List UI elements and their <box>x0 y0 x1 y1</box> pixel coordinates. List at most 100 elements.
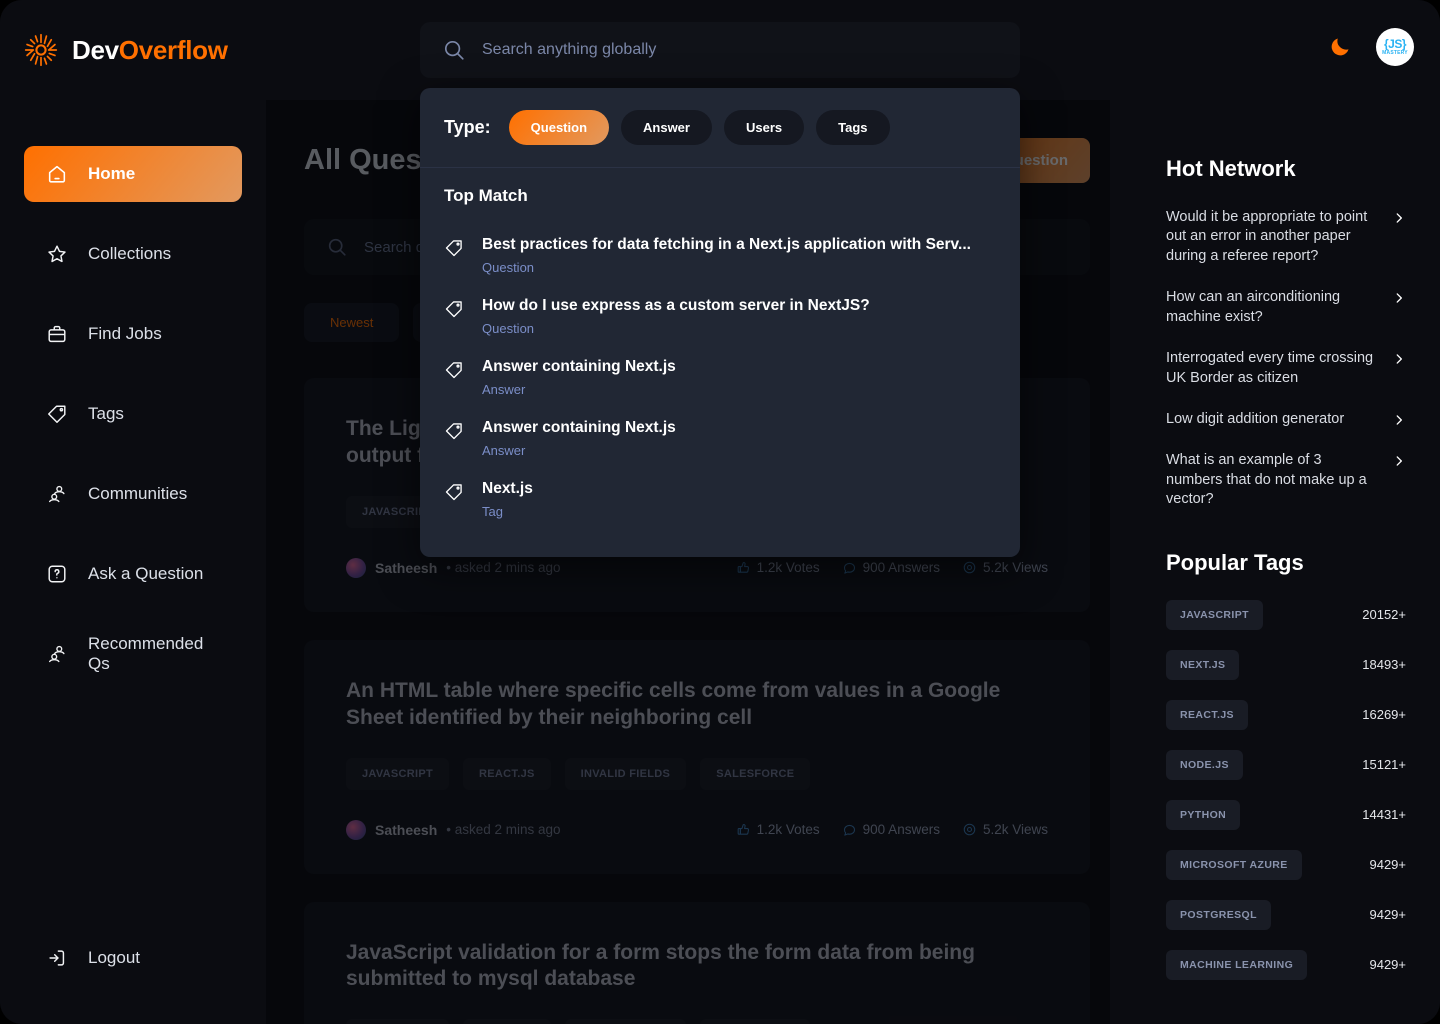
sidebar-item-tags[interactable]: Tags <box>24 386 242 442</box>
question-metrics: 1.2k Votes 900 Answers 5.2k Views <box>736 560 1048 575</box>
question-tag-list: JAVASCRIPT REACT.JS INVALID FIELDS SALES… <box>346 757 1048 790</box>
popular-tag-chip[interactable]: MACHINE LEARNING <box>1166 949 1308 980</box>
tag-icon <box>444 421 464 441</box>
question-title[interactable]: JavaScript validation for a form stops t… <box>346 940 1048 994</box>
home-icon <box>46 163 68 185</box>
moon-icon[interactable] <box>1328 35 1352 59</box>
answers-metric: 900 Answers <box>842 822 940 837</box>
tag-icon <box>444 360 464 380</box>
avatar <box>346 819 366 840</box>
hot-network-item[interactable]: What is an example of 3 numbers that do … <box>1166 451 1406 509</box>
users-icon <box>46 483 68 505</box>
question-card[interactable]: An HTML table where specific cells come … <box>304 639 1090 874</box>
sidebar-item-collections[interactable]: Collections <box>24 226 242 282</box>
popular-tag-count: 9429+ <box>1369 857 1406 873</box>
search-result-title: Best practices for data fetching in a Ne… <box>482 236 971 253</box>
popular-tag-chip[interactable]: MICROSOFT AZURE <box>1166 849 1302 880</box>
popular-tag-chip[interactable]: REACT.JS <box>1166 699 1248 730</box>
hot-network-item[interactable]: Would it be appropriate to point out an … <box>1166 208 1406 266</box>
hot-network-item-text: Low digit addition generator <box>1166 410 1345 427</box>
votes-metric: 1.2k Votes <box>736 822 820 837</box>
hot-network-item-text: What is an example of 3 numbers that do … <box>1166 452 1367 508</box>
question-tag[interactable]: REACT.JS <box>463 1019 551 1024</box>
left-sidebar: Home Collections Find Jobs Tags Communit… <box>0 100 266 1024</box>
type-pill-users[interactable]: Users <box>723 110 805 145</box>
question-tag[interactable]: JAVASCRIPT <box>346 1019 450 1024</box>
author-name: Satheesh <box>375 821 438 838</box>
question-author[interactable]: Satheesh • asked 2 mins ago <box>346 557 561 578</box>
sidebar-item-home[interactable]: Home <box>24 146 242 202</box>
briefcase-icon <box>46 323 68 345</box>
chevron-right-icon <box>1392 211 1406 225</box>
asked-timestamp: • asked 2 mins ago <box>446 822 561 837</box>
votes-text: 1.2k Votes <box>756 560 820 576</box>
question-tag[interactable]: SALESFORCE <box>700 757 811 790</box>
search-result-item[interactable]: Best practices for data fetching in a Ne… <box>444 226 996 287</box>
logout-icon <box>46 947 68 969</box>
sidebar-item-ask-a-question[interactable]: Ask a Question <box>24 546 242 602</box>
brand-logo[interactable]: DevOverflow <box>24 33 264 67</box>
sidebar-item-label: Communities <box>88 484 188 503</box>
question-tag[interactable]: SALESFORCE <box>700 1019 811 1024</box>
views-text: 5.2k Views <box>982 822 1048 837</box>
hot-network-item[interactable]: Low digit addition generator <box>1166 410 1406 429</box>
brand-name-part1: Dev <box>72 34 119 65</box>
sidebar-item-find-jobs[interactable]: Find Jobs <box>24 306 242 362</box>
votes-metric: 1.2k Votes <box>736 560 820 575</box>
question-tag[interactable]: JAVASCRIPT <box>346 757 450 790</box>
avatar[interactable]: {JS} MASTERY <box>1376 28 1414 66</box>
question-tag-list: JAVASCRIPT REACT.JS INVALID FIELDS SALES… <box>346 1019 1048 1024</box>
search-result-type: Question <box>482 321 535 336</box>
chevron-right-icon <box>1392 454 1406 468</box>
popular-tag-chip[interactable]: JAVASCRIPT <box>1166 599 1263 630</box>
type-pill-answer[interactable]: Answer <box>621 110 712 145</box>
popular-tag-count: 15121+ <box>1362 757 1406 773</box>
filter-pill-newest[interactable]: Newest <box>304 303 400 342</box>
question-title[interactable]: An HTML table where specific cells come … <box>346 678 1048 732</box>
search-result-item[interactable]: Answer containing Next.js Answer <box>444 409 996 470</box>
asked-timestamp: • asked 2 mins ago <box>446 560 561 576</box>
popular-tag-chip[interactable]: POSTGRESQL <box>1166 899 1271 930</box>
popular-tag-chip[interactable]: PYTHON <box>1166 799 1241 830</box>
search-result-title: Answer containing Next.js <box>482 358 676 375</box>
popular-tag-count: 14431+ <box>1362 807 1406 823</box>
question-tag[interactable]: INVALID FIELDS <box>564 757 687 790</box>
search-result-title: Answer containing Next.js <box>482 419 676 436</box>
tag-icon <box>444 299 464 319</box>
sidebar-item-recommended-qs[interactable]: Recommended Qs <box>24 626 242 682</box>
hot-network-item-text: Interrogated every time crossing UK Bord… <box>1166 350 1374 386</box>
brand-name: DevOverflow <box>72 35 228 66</box>
sidebar-item-label: Recommended Qs <box>88 634 204 673</box>
hot-network-item-text: How can an airconditioning machine exist… <box>1166 289 1341 325</box>
sidebar-item-communities[interactable]: Communities <box>24 466 242 522</box>
search-result-text: Best practices for data fetching in a Ne… <box>482 236 971 275</box>
avatar-bottom-text: MASTERY <box>1382 50 1408 56</box>
popular-tag-chip[interactable]: NODE.JS <box>1166 749 1243 780</box>
views-metric: 5.2k Views <box>962 822 1048 837</box>
sidebar-item-label: Collections <box>88 244 172 263</box>
search-result-text: Answer containing Next.js Answer <box>482 419 676 458</box>
search-results-heading: Top Match <box>444 186 528 205</box>
avatar-top-text: {JS} <box>1383 37 1407 51</box>
type-pill-question[interactable]: Question <box>508 110 610 145</box>
search-result-item[interactable]: Answer containing Next.js Answer <box>444 348 996 409</box>
hot-network-item[interactable]: How can an airconditioning machine exist… <box>1166 288 1406 327</box>
question-tag[interactable]: REACT.JS <box>463 757 551 790</box>
chevron-right-icon <box>1392 352 1406 366</box>
search-result-item[interactable]: Next.js Tag <box>444 470 996 531</box>
search-result-type: Answer <box>482 382 526 397</box>
hot-network-item[interactable]: Interrogated every time crossing UK Bord… <box>1166 349 1406 388</box>
answers-text: 900 Answers <box>862 822 940 837</box>
popular-tag-chip[interactable]: NEXT.JS <box>1166 649 1240 680</box>
question-card[interactable]: JavaScript validation for a form stops t… <box>304 901 1090 1024</box>
type-pill-tags[interactable]: Tags <box>816 110 890 145</box>
global-search-input[interactable] <box>482 41 998 59</box>
sidebar-item-label: Find Jobs <box>88 324 162 343</box>
search-result-item[interactable]: How do I use express as a custom server … <box>444 287 996 348</box>
question-tag[interactable]: INVALID FIELDS <box>564 1019 687 1024</box>
sidebar-item-logout[interactable]: Logout <box>24 930 242 986</box>
chevron-right-icon <box>1392 413 1406 427</box>
tag-icon <box>46 403 68 425</box>
global-search-bar[interactable] <box>420 22 1020 78</box>
question-author[interactable]: Satheesh • asked 2 mins ago <box>346 819 561 840</box>
